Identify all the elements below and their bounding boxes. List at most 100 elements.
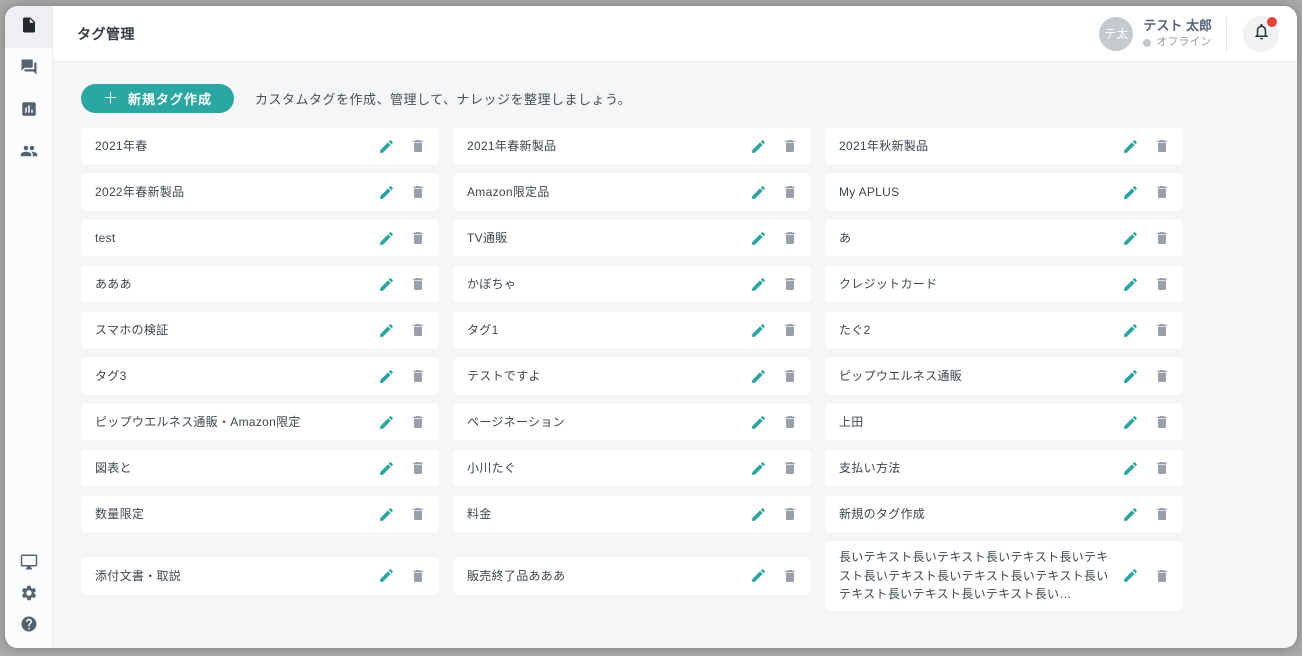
pencil-icon xyxy=(378,373,395,388)
delete-tag-button[interactable] xyxy=(782,184,798,200)
delete-tag-button[interactable] xyxy=(410,184,426,200)
pencil-icon xyxy=(750,419,767,434)
delete-tag-button[interactable] xyxy=(1154,414,1170,430)
delete-tag-button[interactable] xyxy=(410,138,426,154)
edit-tag-button[interactable] xyxy=(750,460,767,477)
edit-tag-button[interactable] xyxy=(378,368,395,385)
tag-card: タグ3 xyxy=(81,358,439,394)
sidebar-item-display[interactable] xyxy=(5,549,52,580)
tag-card-actions xyxy=(750,322,798,339)
edit-tag-button[interactable] xyxy=(1122,322,1139,339)
delete-tag-button[interactable] xyxy=(1154,368,1170,384)
delete-tag-button[interactable] xyxy=(1154,506,1170,522)
delete-tag-button[interactable] xyxy=(410,568,426,584)
sidebar-item-users[interactable] xyxy=(5,132,52,174)
edit-tag-button[interactable] xyxy=(1122,460,1139,477)
trash-icon xyxy=(410,372,426,387)
sidebar-item-help[interactable] xyxy=(5,611,52,642)
delete-tag-button[interactable] xyxy=(410,276,426,292)
edit-tag-button[interactable] xyxy=(1122,276,1139,293)
tag-label: Amazon限定品 xyxy=(467,183,742,202)
delete-tag-button[interactable] xyxy=(782,322,798,338)
sidebar-item-documents[interactable] xyxy=(5,6,52,48)
edit-tag-button[interactable] xyxy=(1122,368,1139,385)
edit-tag-button[interactable] xyxy=(1122,567,1139,584)
delete-tag-button[interactable] xyxy=(410,230,426,246)
edit-tag-button[interactable] xyxy=(378,138,395,155)
edit-tag-button[interactable] xyxy=(378,322,395,339)
edit-tag-button[interactable] xyxy=(750,506,767,523)
delete-tag-button[interactable] xyxy=(1154,184,1170,200)
tag-card-actions xyxy=(378,414,426,431)
edit-tag-button[interactable] xyxy=(378,506,395,523)
tag-card-actions xyxy=(378,322,426,339)
tag-label: ページネーション xyxy=(467,413,742,432)
delete-tag-button[interactable] xyxy=(782,506,798,522)
delete-tag-button[interactable] xyxy=(782,230,798,246)
edit-tag-button[interactable] xyxy=(1122,414,1139,431)
tag-card-actions xyxy=(378,368,426,385)
document-icon xyxy=(20,16,38,39)
edit-tag-button[interactable] xyxy=(750,567,767,584)
delete-tag-button[interactable] xyxy=(782,460,798,476)
delete-tag-button[interactable] xyxy=(782,568,798,584)
trash-icon xyxy=(410,280,426,295)
edit-tag-button[interactable] xyxy=(750,276,767,293)
trash-icon xyxy=(1154,418,1170,433)
edit-tag-button[interactable] xyxy=(1122,138,1139,155)
edit-tag-button[interactable] xyxy=(378,230,395,247)
create-tag-button[interactable]: ＋ 新規タグ作成 xyxy=(81,84,234,113)
edit-tag-button[interactable] xyxy=(750,414,767,431)
delete-tag-button[interactable] xyxy=(782,414,798,430)
tag-card: 料金 xyxy=(453,496,811,532)
delete-tag-button[interactable] xyxy=(1154,276,1170,292)
delete-tag-button[interactable] xyxy=(410,414,426,430)
delete-tag-button[interactable] xyxy=(410,460,426,476)
edit-tag-button[interactable] xyxy=(378,276,395,293)
edit-tag-button[interactable] xyxy=(378,184,395,201)
sidebar-item-settings[interactable] xyxy=(5,580,52,611)
edit-tag-button[interactable] xyxy=(750,138,767,155)
delete-tag-button[interactable] xyxy=(410,506,426,522)
edit-tag-button[interactable] xyxy=(750,368,767,385)
trash-icon xyxy=(1154,572,1170,587)
delete-tag-button[interactable] xyxy=(782,138,798,154)
notifications-button[interactable] xyxy=(1243,16,1279,52)
edit-tag-button[interactable] xyxy=(1122,230,1139,247)
sidebar-item-analytics[interactable] xyxy=(5,90,52,132)
tag-card: 2022年春新製品 xyxy=(81,174,439,210)
edit-tag-button[interactable] xyxy=(1122,184,1139,201)
delete-tag-button[interactable] xyxy=(1154,138,1170,154)
edit-tag-button[interactable] xyxy=(1122,506,1139,523)
tag-card-actions xyxy=(750,414,798,431)
delete-tag-button[interactable] xyxy=(1154,460,1170,476)
delete-tag-button[interactable] xyxy=(1154,568,1170,584)
tag-card: タグ1 xyxy=(453,312,811,348)
delete-tag-button[interactable] xyxy=(410,322,426,338)
tag-label: タグ1 xyxy=(467,321,742,340)
tag-label: 上田 xyxy=(839,413,1114,432)
trash-icon xyxy=(782,418,798,433)
tag-card-actions xyxy=(378,184,426,201)
edit-tag-button[interactable] xyxy=(378,460,395,477)
pencil-icon xyxy=(750,235,767,250)
trash-icon xyxy=(1154,372,1170,387)
user-meta: テスト 太郎 オフライン xyxy=(1143,18,1212,50)
edit-tag-button[interactable] xyxy=(750,184,767,201)
pencil-icon xyxy=(1122,235,1139,250)
tag-card: 販売終了品あああ xyxy=(453,558,811,594)
pencil-icon xyxy=(378,281,395,296)
edit-tag-button[interactable] xyxy=(750,322,767,339)
edit-tag-button[interactable] xyxy=(750,230,767,247)
delete-tag-button[interactable] xyxy=(782,368,798,384)
delete-tag-button[interactable] xyxy=(410,368,426,384)
delete-tag-button[interactable] xyxy=(1154,230,1170,246)
edit-tag-button[interactable] xyxy=(378,414,395,431)
edit-tag-button[interactable] xyxy=(378,567,395,584)
avatar[interactable]: テ太 xyxy=(1099,17,1133,51)
sidebar-item-chat[interactable] xyxy=(5,48,52,90)
delete-tag-button[interactable] xyxy=(1154,322,1170,338)
delete-tag-button[interactable] xyxy=(782,276,798,292)
tag-label: 小川たぐ xyxy=(467,459,742,478)
tag-label: スマホの検証 xyxy=(95,321,370,340)
